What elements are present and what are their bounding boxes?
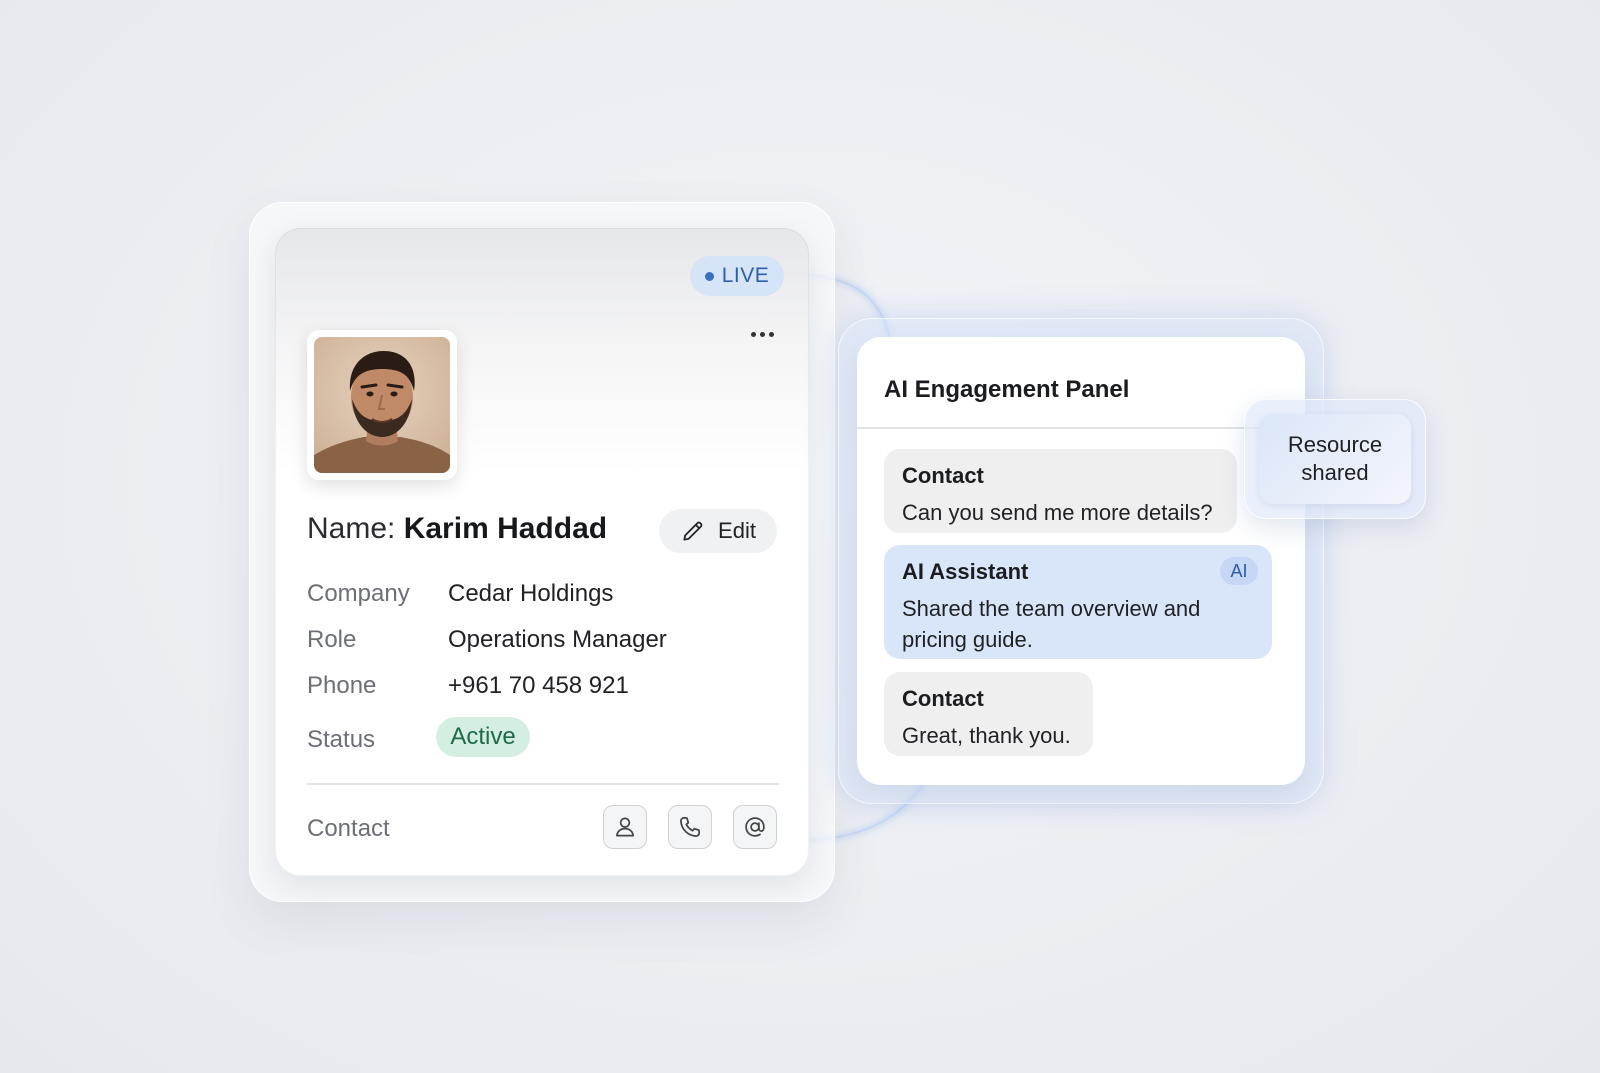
more-options-button[interactable] <box>740 322 784 346</box>
contact-footer-label: Contact <box>307 815 390 842</box>
toast-text: Resource shared <box>1287 432 1383 485</box>
company-label: Company <box>307 580 410 607</box>
message-contact[interactable]: Contact Can you send me more details? <box>884 449 1237 533</box>
more-dots-icon <box>750 331 756 337</box>
phone-icon <box>680 816 701 837</box>
contact-name: Name: Karim Haddad <box>307 512 607 546</box>
status-label: Status <box>307 726 376 753</box>
name-prefix: Name: <box>307 512 396 545</box>
user-icon <box>616 817 634 837</box>
person-portrait-icon <box>314 337 450 473</box>
message-text: Great, thank you. <box>902 723 1071 748</box>
company-value: Cedar Holdings <box>448 580 614 607</box>
email-button[interactable] <box>733 805 777 849</box>
panel-title: AI Engagement Panel <box>884 376 1130 403</box>
edit-label: Edit <box>718 518 756 543</box>
live-dot-icon <box>704 271 714 281</box>
edit-button[interactable]: Edit <box>659 509 777 553</box>
message-text: Can you send me more details? <box>902 500 1213 525</box>
message-sender: Contact <box>902 686 984 711</box>
ai-tag-badge: AI <box>1220 557 1258 585</box>
status-badge: Active <box>436 717 530 757</box>
avatar <box>307 330 457 480</box>
live-label: LIVE <box>721 264 770 287</box>
role-label: Role <box>307 626 357 653</box>
pencil-icon <box>683 521 703 541</box>
message-sender: AI Assistant <box>902 559 1029 584</box>
avatar-photo <box>314 337 450 473</box>
role-value: Operations Manager <box>448 626 667 653</box>
profile-button[interactable] <box>603 805 647 849</box>
message-text: Shared the team overview and pricing gui… <box>902 596 1201 652</box>
name-value: Karim Haddad <box>403 512 608 545</box>
card-divider <box>307 783 779 785</box>
resource-shared-toast: Resource shared <box>1259 414 1411 504</box>
phone-label: Phone <box>307 672 377 699</box>
at-sign-icon <box>745 817 765 837</box>
live-badge: LIVE <box>690 256 784 296</box>
call-button[interactable] <box>668 805 712 849</box>
panel-divider <box>857 427 1305 429</box>
message-contact[interactable]: Contact Great, thank you. <box>884 672 1093 756</box>
message-sender: Contact <box>902 463 984 488</box>
phone-value: +961 70 458 921 <box>448 672 629 699</box>
message-ai-assistant[interactable]: AI Assistant Shared the team overview an… <box>884 545 1272 659</box>
